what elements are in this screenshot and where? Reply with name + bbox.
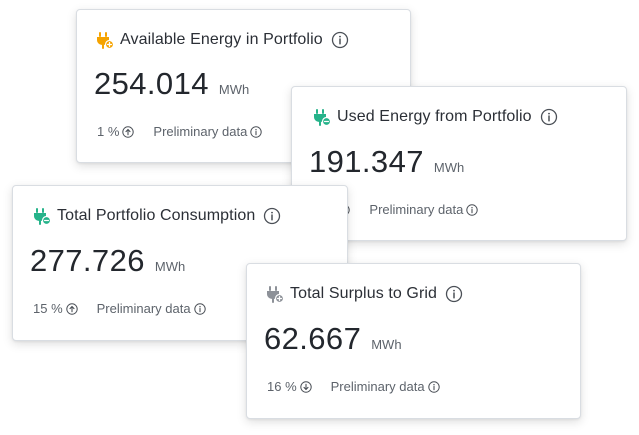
plug-plus-icon: [267, 286, 284, 304]
arrow-down-circle-icon: [299, 380, 312, 393]
info-icon[interactable]: [466, 203, 479, 216]
energy-unit: MWh: [433, 160, 465, 175]
info-icon[interactable]: [193, 302, 206, 315]
info-icon[interactable]: [540, 108, 558, 126]
energy-value: 191.347: [309, 144, 424, 179]
arrow-up-circle-icon: [122, 125, 135, 138]
energy-value: 62.667: [264, 321, 362, 356]
info-icon[interactable]: [331, 31, 349, 49]
energy-unit: MWh: [218, 82, 250, 97]
card-title: Total Portfolio Consumption: [57, 207, 256, 224]
info-icon[interactable]: [263, 207, 281, 225]
change-percent: 1 %: [97, 124, 120, 139]
info-icon[interactable]: [427, 380, 440, 393]
arrow-up-circle-icon: [65, 302, 78, 315]
info-icon[interactable]: [250, 125, 263, 138]
info-icon[interactable]: [445, 285, 463, 303]
energy-value: 277.726: [30, 243, 145, 278]
preliminary-data-label: Preliminary data: [153, 124, 248, 139]
card-title: Used Energy from Portfolio: [337, 108, 532, 125]
plug-minus-icon: [314, 109, 331, 127]
energy-unit: MWh: [371, 337, 402, 352]
change-percent: 15 %: [33, 301, 63, 316]
energy-unit: MWh: [154, 259, 186, 274]
card-title: Total Surplus to Grid: [290, 285, 438, 302]
preliminary-data-label: Preliminary data: [96, 301, 191, 316]
preliminary-data-label: Preliminary data: [369, 202, 464, 217]
change-percent: 16 %: [267, 379, 297, 394]
card-title: Available Energy in Portfolio: [120, 31, 323, 48]
plug-plus-icon: [97, 32, 114, 50]
preliminary-data-label: Preliminary data: [330, 379, 425, 394]
energy-value: 254.014: [94, 66, 209, 101]
total-surplus-card: Total Surplus to Grid 62.667 MWh 16 % Pr…: [246, 263, 581, 419]
plug-minus-icon: [34, 208, 51, 226]
